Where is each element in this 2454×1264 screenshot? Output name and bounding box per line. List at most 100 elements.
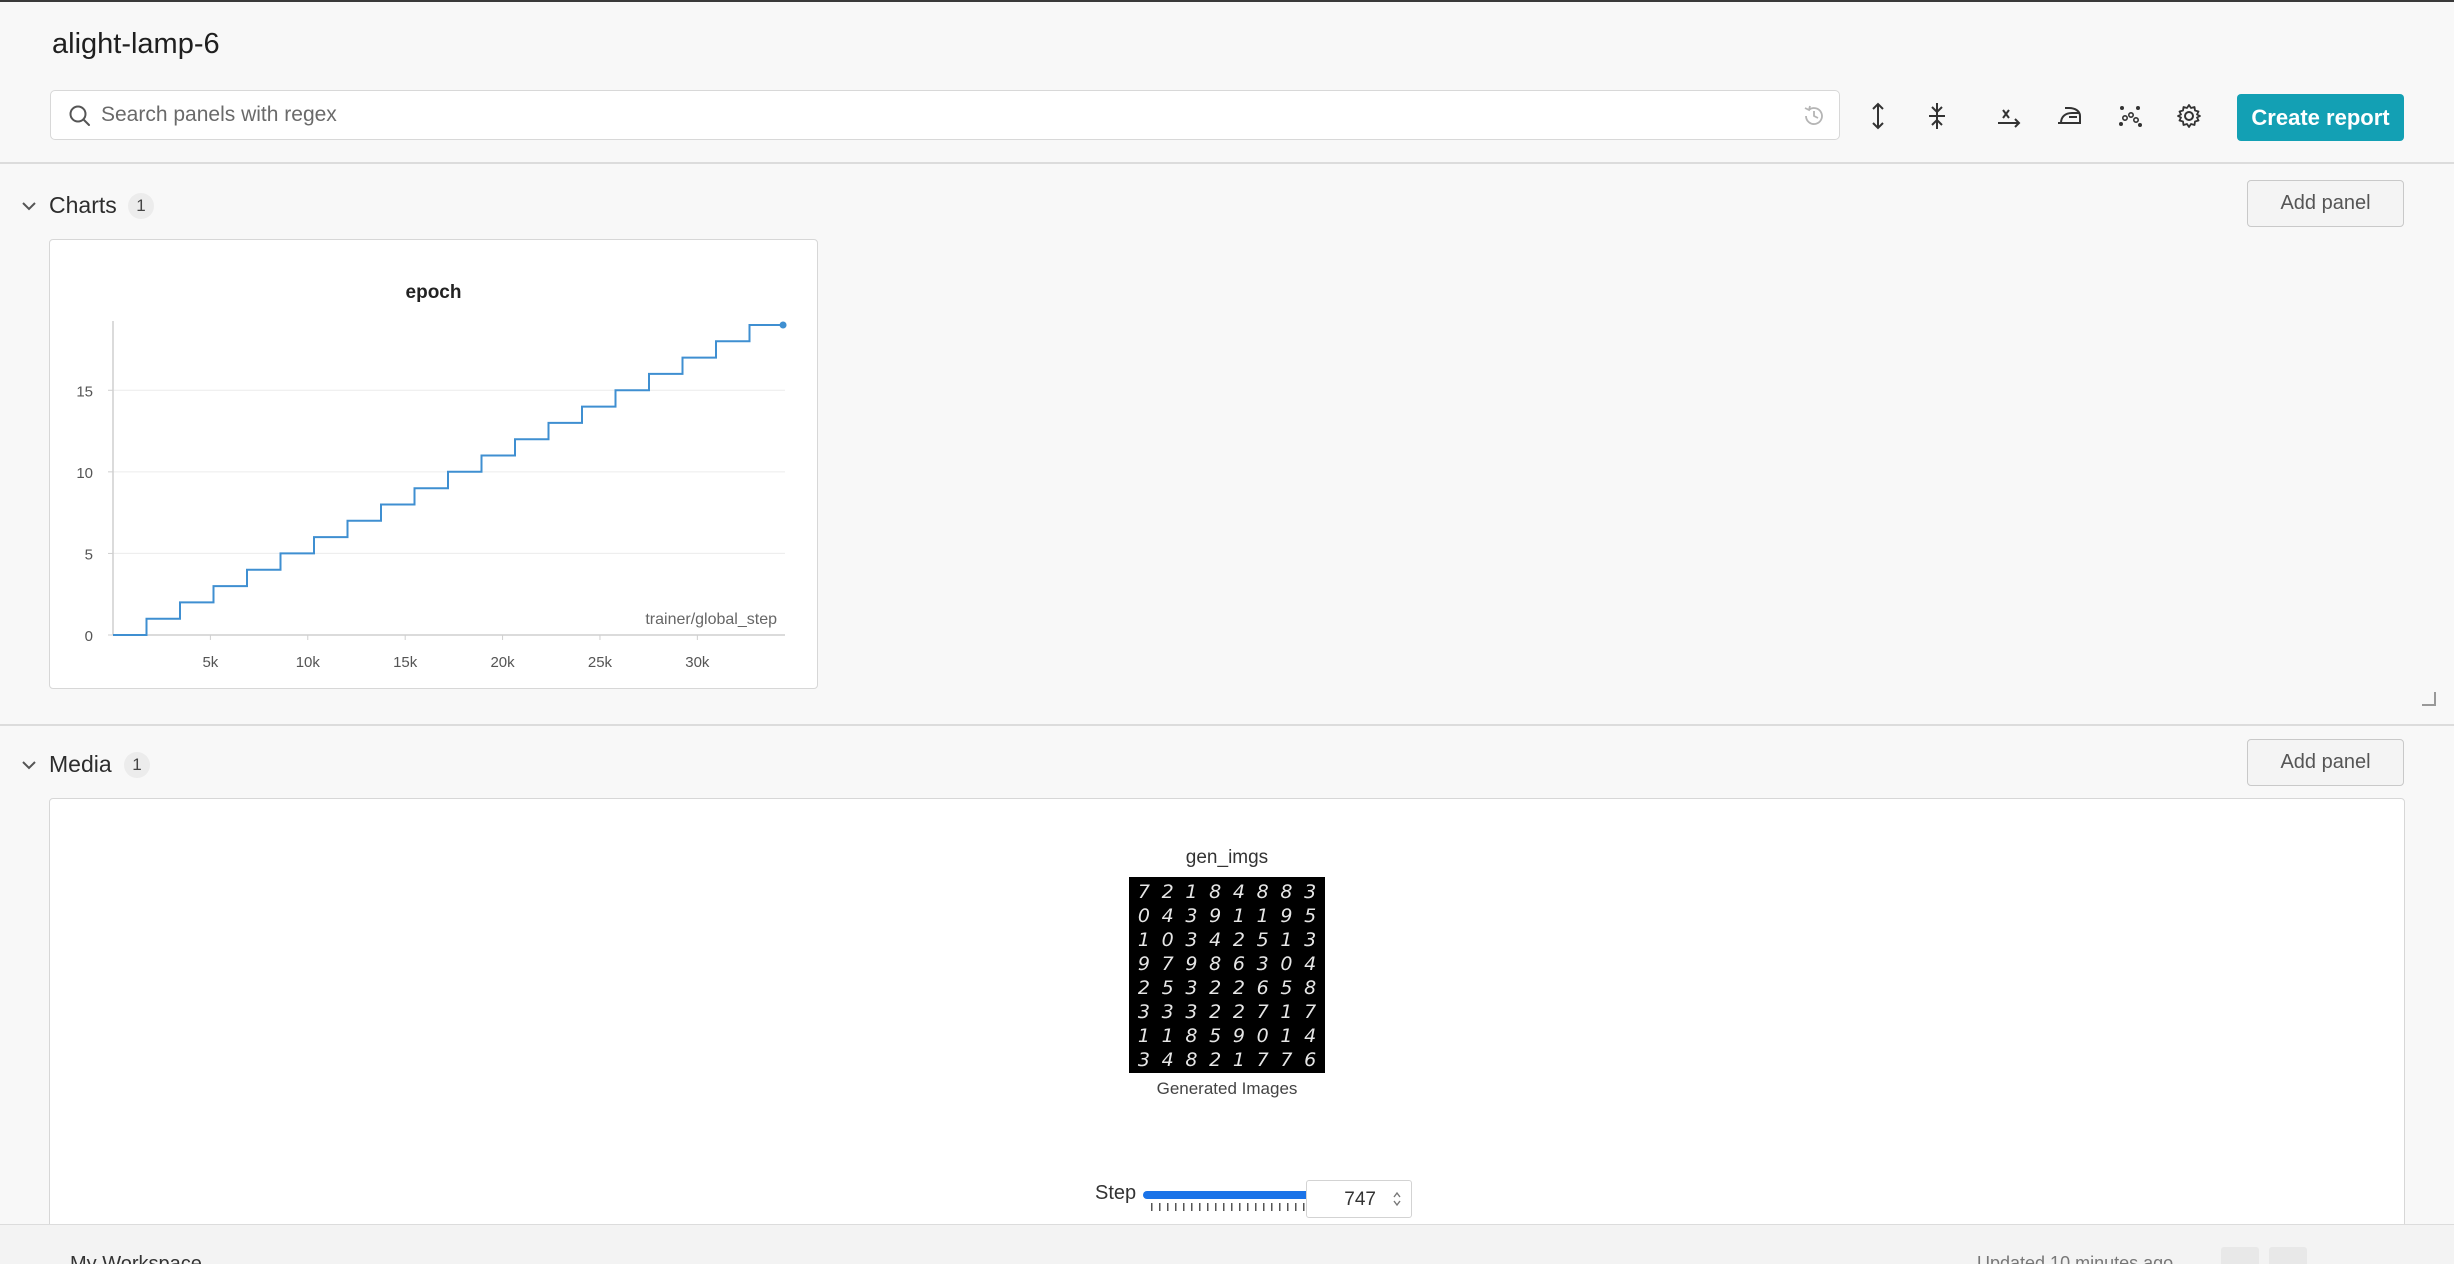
y-tick-label: 5: [85, 546, 93, 563]
generated-digit: 2: [1209, 1001, 1222, 1023]
series-end-point: [779, 321, 787, 329]
generated-digit: 0: [1161, 929, 1174, 951]
generated-digit: 3: [1185, 905, 1198, 927]
generated-digit: 3: [1185, 977, 1198, 999]
generated-digit: 4: [1161, 1049, 1174, 1071]
smoothing-button[interactable]: [2053, 100, 2085, 132]
generated-digit: 1: [1137, 1025, 1150, 1047]
slider-ticks: [1151, 1203, 1321, 1211]
generated-digit: 8: [1256, 881, 1269, 903]
generated-digit: 5: [1161, 977, 1174, 999]
generated-digit: 8: [1185, 1049, 1198, 1071]
x-tick-label: 5k: [202, 654, 218, 671]
workspace-header: alight-lamp-6 Search panels with regex C…: [0, 2, 2454, 164]
generated-digit: 2: [1209, 977, 1222, 999]
media-caption: Generated Images: [1156, 1079, 1298, 1098]
generated-digit: 4: [1304, 1025, 1317, 1047]
x-tick-label: 25k: [588, 654, 613, 671]
generated-digit: 9: [1137, 953, 1150, 975]
generated-digit: 2: [1232, 1001, 1245, 1023]
generated-digit: 7: [1161, 953, 1174, 975]
settings-button[interactable]: [2173, 100, 2205, 132]
outliers-icon: [2119, 106, 2142, 127]
generated-digit: 5: [1256, 929, 1269, 951]
generated-digit: 8: [1209, 881, 1222, 903]
generated-digit: 1: [1280, 929, 1293, 951]
x-axis-button[interactable]: [1993, 100, 2025, 132]
run-name-title: alight-lamp-6: [52, 28, 220, 60]
generated-digit: 7: [1256, 1001, 1269, 1023]
spinner-arrows-icon[interactable]: [1392, 1189, 1402, 1209]
generated-digit: 4: [1304, 953, 1317, 975]
generated-digit: 1: [1161, 1025, 1174, 1047]
x-tick-label: 10k: [296, 654, 321, 671]
x-tick-label: 20k: [490, 654, 515, 671]
undo-button[interactable]: [2221, 1247, 2259, 1264]
y-tick-label: 15: [76, 383, 93, 400]
generated-digit: 9: [1185, 953, 1198, 975]
generated-digit: 1: [1137, 929, 1150, 951]
generated-digit: 3: [1256, 953, 1269, 975]
charts-count-badge: 1: [128, 193, 154, 219]
generated-digit: 0: [1280, 953, 1293, 975]
generated-digit: 1: [1185, 881, 1198, 903]
workspace-footer: My Workspace Updated 10 minutes ago: [0, 1224, 2454, 1264]
generated-digit: 2: [1232, 929, 1245, 951]
expand-all-button[interactable]: [1862, 100, 1894, 132]
updated-status: Updated 10 minutes ago: [1977, 1253, 2174, 1264]
gen-imgs-media-panel[interactable]: gen_imgs 7218488304391195103425139798630…: [49, 798, 2405, 1228]
generated-digit: 2: [1161, 881, 1174, 903]
generated-images-grid[interactable]: 7218488304391195103425139798630425322658…: [1129, 877, 1325, 1073]
generated-digit: 6: [1256, 977, 1269, 999]
epoch-chart-panel[interactable]: epoch 0 5 10 15 5k 10k 15k 20k 25k 30k trainer/glo…: [49, 239, 818, 689]
generated-digit: 8: [1304, 977, 1317, 999]
generated-digit: 1: [1280, 1001, 1293, 1023]
generated-digit: 6: [1232, 953, 1245, 975]
media-section-title[interactable]: Media: [49, 751, 112, 778]
collapse-vertical-icon: [1929, 103, 1945, 129]
generated-digit: 8: [1280, 881, 1293, 903]
epoch-line-chart: 0 5 10 15 5k 10k 15k 20k 25k 30k trainer/global_st…: [76, 321, 787, 671]
generated-digit: 0: [1137, 905, 1150, 927]
generated-digit: 5: [1209, 1025, 1222, 1047]
generated-digit: 9: [1232, 1025, 1245, 1047]
epoch-series-line: [113, 324, 784, 636]
generated-digit: 1: [1256, 905, 1269, 927]
generated-digit: 7: [1280, 1049, 1293, 1071]
generated-digit: 8: [1209, 953, 1222, 975]
charts-add-panel-button[interactable]: Add panel: [2247, 180, 2404, 227]
generated-digit: 1: [1232, 1049, 1245, 1071]
smoothing-iron-icon: [2058, 107, 2081, 124]
create-report-button[interactable]: Create report: [2237, 94, 2404, 141]
generated-digit: 0: [1256, 1025, 1269, 1047]
panel-search-box[interactable]: [50, 90, 1840, 140]
resize-handle-icon[interactable]: [2422, 692, 2436, 706]
outliers-button[interactable]: [2114, 100, 2146, 132]
generated-digit: 2: [1209, 1049, 1222, 1071]
generated-digit: 7: [1256, 1049, 1269, 1071]
x-tick-label: 15k: [393, 654, 418, 671]
generated-digit: 3: [1185, 1001, 1198, 1023]
step-label: Step: [1095, 1182, 1137, 1204]
generated-digit: 9: [1280, 905, 1293, 927]
charts-section-title[interactable]: Charts: [49, 192, 117, 219]
generated-digit: 4: [1161, 905, 1174, 927]
chevron-down-icon[interactable]: [20, 197, 38, 215]
search-input[interactable]: [101, 98, 1761, 132]
redo-button[interactable]: [2269, 1247, 2307, 1264]
history-icon[interactable]: [1801, 103, 1827, 129]
step-number-input[interactable]: 747: [1306, 1180, 1412, 1218]
workspace-name[interactable]: My Workspace: [70, 1253, 202, 1264]
generated-digit: 2: [1137, 977, 1150, 999]
generated-digit: 3: [1161, 1001, 1174, 1023]
generated-digit: 9: [1209, 905, 1222, 927]
x-axis-icon: [1998, 109, 2021, 128]
generated-digit: 1: [1280, 1025, 1293, 1047]
generated-digit: 2: [1232, 977, 1245, 999]
x-tick-label: 30k: [685, 654, 710, 671]
y-tick-label: 10: [76, 465, 93, 482]
collapse-all-button[interactable]: [1921, 100, 1953, 132]
expand-vertical-icon: [1872, 102, 1884, 130]
media-add-panel-button[interactable]: Add panel: [2247, 739, 2404, 786]
chevron-down-icon[interactable]: [20, 756, 38, 774]
